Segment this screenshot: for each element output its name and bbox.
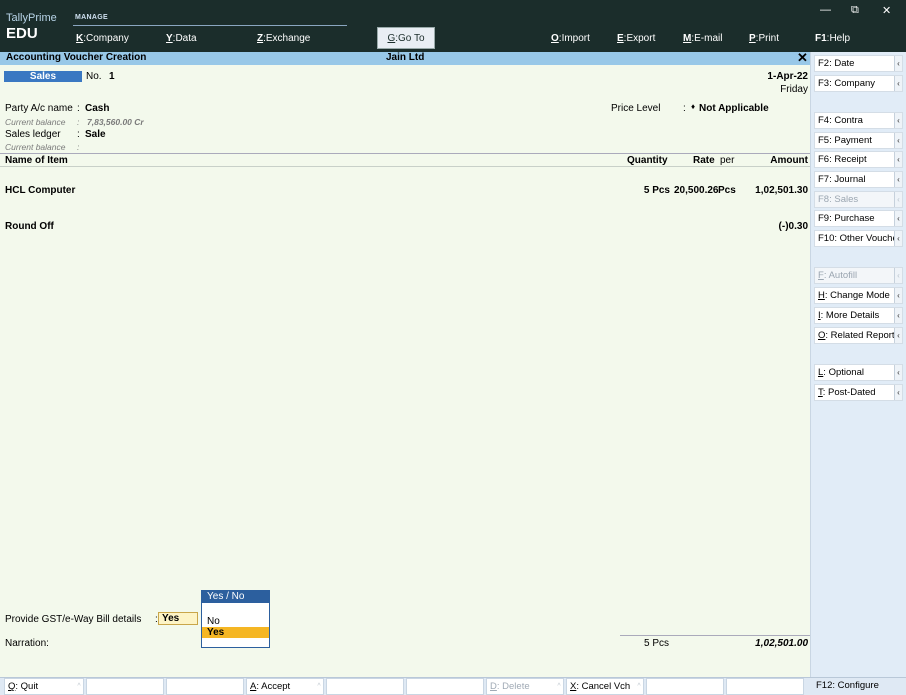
party-balance-label: Current balance	[5, 117, 66, 127]
sidebar-autofill: F: Autofill ‹	[814, 267, 903, 284]
yes-no-popup: Yes / No No Yes	[201, 590, 270, 648]
voucher-body: Sales No. 1 1-Apr-22 Friday Party A/c na…	[0, 65, 810, 677]
round-off-amount[interactable]: (-)0.30	[779, 221, 808, 232]
quit-button[interactable]: Q: Quit ^	[4, 678, 84, 695]
menu-print[interactable]: P:Print	[749, 33, 779, 44]
colon: :	[77, 103, 80, 114]
sidebar-sales: F8: Sales ‹	[814, 191, 903, 208]
empty-button	[326, 678, 404, 695]
close-window-icon[interactable]: ✕	[882, 4, 891, 17]
ledger-balance-label: Current balance	[5, 142, 66, 152]
col-name: Name of Item	[5, 155, 68, 166]
section-divider	[73, 25, 347, 26]
voucher-header: Accounting Voucher Creation Jain Ltd ✕	[0, 50, 810, 66]
empty-button	[166, 678, 244, 695]
price-level-label: Price Level	[611, 103, 661, 114]
col-per: per	[720, 155, 735, 166]
brand-name: TallyPrime	[6, 12, 57, 24]
sidebar-post-dated[interactable]: T: Post-Dated ‹	[814, 384, 903, 401]
empty-button	[406, 678, 484, 695]
configure-button[interactable]: F12: Configure	[813, 678, 903, 695]
brand-edition: EDU	[6, 25, 38, 42]
sidebar-journal[interactable]: F7: Journal ‹	[814, 171, 903, 188]
menu-go-to[interactable]: G:Go To	[377, 27, 435, 49]
total-amount: 1,02,501.00	[755, 638, 808, 649]
round-off-label[interactable]: Round Off	[5, 221, 54, 232]
sidebar-change-mode[interactable]: H: Change Mode ‹	[814, 287, 903, 304]
voucher-type-badge[interactable]: Sales	[4, 71, 82, 82]
empty-button	[726, 678, 804, 695]
item-per: Pcs	[718, 185, 736, 196]
sidebar-receipt[interactable]: F6: Receipt ‹	[814, 151, 903, 168]
sidebar-more-details[interactable]: I: More Details ‹	[814, 307, 903, 324]
colon: :	[77, 117, 80, 127]
ledger-label: Sales ledger	[5, 129, 61, 140]
bottom-bar: Q: Quit ^ A: Accept ^ D: Delete ^ X: Cancel…	[0, 677, 906, 695]
col-amount: Amount	[770, 155, 808, 166]
sidebar-purchase[interactable]: F9: Purchase ‹	[814, 210, 903, 227]
close-icon[interactable]: ✕	[797, 50, 808, 66]
price-level-field[interactable]: Not Applicable	[699, 103, 769, 114]
delete-button: D: Delete ^	[486, 678, 564, 695]
voucher-no-label: No.	[86, 71, 102, 82]
diamond-icon: ♦	[691, 102, 696, 111]
ledger-field[interactable]: Sale	[85, 129, 106, 140]
top-bar: TallyPrime EDU MANAGE K:Company Y:Data Z…	[0, 0, 906, 52]
item-amount[interactable]: 1,02,501.30	[755, 185, 808, 196]
gst-label: Provide GST/e-Way Bill details	[5, 614, 142, 625]
gst-field[interactable]: Yes	[158, 612, 198, 625]
menu-data[interactable]: Y:Data	[166, 33, 197, 44]
colon: :	[77, 142, 80, 152]
col-quantity: Quantity	[627, 155, 668, 166]
voucher-date[interactable]: 1-Apr-22	[767, 71, 808, 82]
menu-company[interactable]: K:Company	[76, 33, 129, 44]
item-rate[interactable]: 20,500.26	[674, 185, 719, 196]
item-quantity[interactable]: 5 Pcs	[644, 185, 670, 196]
popup-title: Yes / No	[202, 591, 269, 603]
sidebar-optional[interactable]: L: Optional ‹	[814, 364, 903, 381]
accept-button[interactable]: A: Accept ^	[246, 678, 324, 695]
item-name[interactable]: HCL Computer	[5, 185, 75, 196]
party-label: Party A/c name	[5, 103, 73, 114]
page-title: Accounting Voucher Creation	[6, 52, 147, 63]
company-name: Jain Ltd	[386, 52, 425, 63]
menu-export[interactable]: E:Export	[617, 33, 655, 44]
totals-divider	[620, 635, 810, 636]
empty-button	[86, 678, 164, 695]
menu-exchange[interactable]: Z:Exchange	[257, 33, 310, 44]
sidebar-related-reports[interactable]: O: Related Reports ‹	[814, 327, 903, 344]
sidebar-contra[interactable]: F4: Contra ‹	[814, 112, 903, 129]
party-balance: 7,83,560.00 Cr	[87, 117, 144, 127]
total-quantity: 5 Pcs	[644, 638, 670, 649]
colon: :	[77, 129, 80, 140]
minimize-icon[interactable]: —	[820, 4, 831, 16]
party-field[interactable]: Cash	[85, 103, 109, 114]
option-no[interactable]: No	[202, 616, 269, 627]
sidebar-company[interactable]: F3: Company ‹	[814, 75, 903, 92]
option-yes[interactable]: Yes	[202, 627, 269, 638]
sidebar-other-vouchers[interactable]: F10: Other Vouchers ‹	[814, 230, 903, 247]
section-label: MANAGE	[75, 14, 108, 21]
menu-help[interactable]: F1:Help	[815, 33, 850, 44]
colon: :	[683, 103, 686, 114]
empty-button	[646, 678, 724, 695]
col-rate: Rate	[693, 155, 715, 166]
voucher-day: Friday	[780, 84, 808, 95]
sidebar-payment[interactable]: F5: Payment ‹	[814, 132, 903, 149]
menu-import[interactable]: O:Import	[551, 33, 590, 44]
narration-label: Narration:	[5, 638, 49, 649]
sidebar-date[interactable]: F2: Date ‹	[814, 55, 903, 72]
restore-icon[interactable]: ⧉	[851, 4, 859, 17]
menu-email[interactable]: M:E-mail	[683, 33, 722, 44]
column-header: Name of Item Quantity Rate per Amount	[0, 153, 810, 167]
voucher-no[interactable]: 1	[109, 71, 115, 82]
cancel-vch-button[interactable]: X: Cancel Vch ^	[566, 678, 644, 695]
right-sidebar: F2: Date ‹ F3: Company ‹ F4: Contra ‹ F5: P…	[810, 52, 906, 677]
